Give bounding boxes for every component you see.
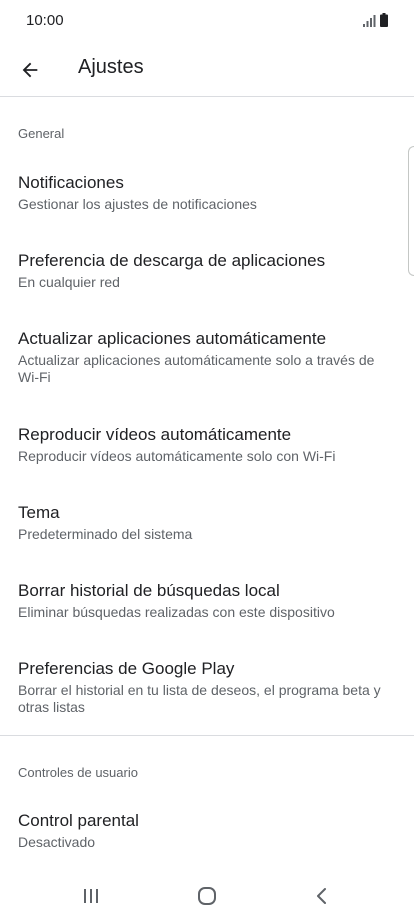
pref-title: Preferencias de Google Play	[18, 659, 235, 678]
pref-title: Tema	[18, 503, 60, 522]
pref-summary: Borrar el historial en tu lista de deseo…	[18, 682, 381, 715]
pref-item-tema[interactable]: Tema Predeterminado del sistema	[0, 502, 414, 543]
pref-summary: En cualquier red	[18, 274, 120, 290]
pref-item-control-parental[interactable]: Control parental Desactivado	[0, 810, 414, 851]
battery-icon	[380, 13, 388, 27]
status-icons	[363, 13, 388, 27]
pref-summary: Gestionar los ajustes de notificaciones	[18, 196, 257, 212]
page-title: Ajustes	[78, 56, 144, 78]
home-icon	[198, 887, 216, 905]
system-nav-bar	[0, 872, 414, 920]
back-button[interactable]	[10, 50, 50, 90]
pref-item-borrar-historial[interactable]: Borrar historial de búsquedas local Elim…	[0, 580, 414, 621]
status-bar: 10:00	[0, 0, 414, 44]
pref-summary: Desactivado	[18, 834, 96, 850]
arrow-back-icon	[22, 62, 38, 78]
pref-summary: Actualizar aplicaciones automáticamente …	[18, 352, 375, 385]
pref-title: Control parental	[18, 811, 139, 830]
pref-item-preferencias-google-play[interactable]: Preferencias de Google Play Borrar el hi…	[0, 658, 414, 716]
app-bar: Ajustes	[0, 44, 414, 97]
section-header-general: General	[18, 126, 65, 141]
pref-title: Reproducir vídeos automáticamente	[18, 425, 292, 444]
pref-title: Preferencia de descarga de aplicaciones	[18, 251, 326, 270]
pref-title: Actualizar aplicaciones automáticamente	[18, 329, 327, 348]
pref-summary: Predeterminado del sistema	[18, 526, 193, 542]
recents-icon	[84, 889, 98, 903]
pref-title: Borrar historial de búsquedas local	[18, 581, 280, 600]
pref-summary: Reproducir vídeos automáticamente solo c…	[18, 448, 336, 464]
recents-button[interactable]	[67, 880, 115, 912]
section-divider	[0, 735, 414, 736]
home-button[interactable]	[183, 880, 231, 912]
pref-item-preferencia-descarga[interactable]: Preferencia de descarga de aplicaciones …	[0, 250, 414, 291]
pref-item-reproducir-videos[interactable]: Reproducir vídeos automáticamente Reprod…	[0, 424, 414, 465]
signal-icon	[363, 15, 376, 27]
pref-summary: Eliminar búsquedas realizadas con este d…	[18, 604, 335, 620]
status-time: 10:00	[26, 12, 64, 29]
nav-back-icon	[317, 888, 326, 904]
nav-back-button[interactable]	[298, 880, 346, 912]
pref-item-notificaciones[interactable]: Notificaciones Gestionar los ajustes de …	[0, 172, 414, 213]
pref-title: Notificaciones	[18, 173, 124, 192]
pref-item-actualizar-aplicaciones[interactable]: Actualizar aplicaciones automáticamente …	[0, 328, 414, 386]
section-header-controles-usuario: Controles de usuario	[18, 765, 138, 780]
settings-screen: 10:00 Ajustes General Notificaciones Ges…	[0, 0, 414, 920]
